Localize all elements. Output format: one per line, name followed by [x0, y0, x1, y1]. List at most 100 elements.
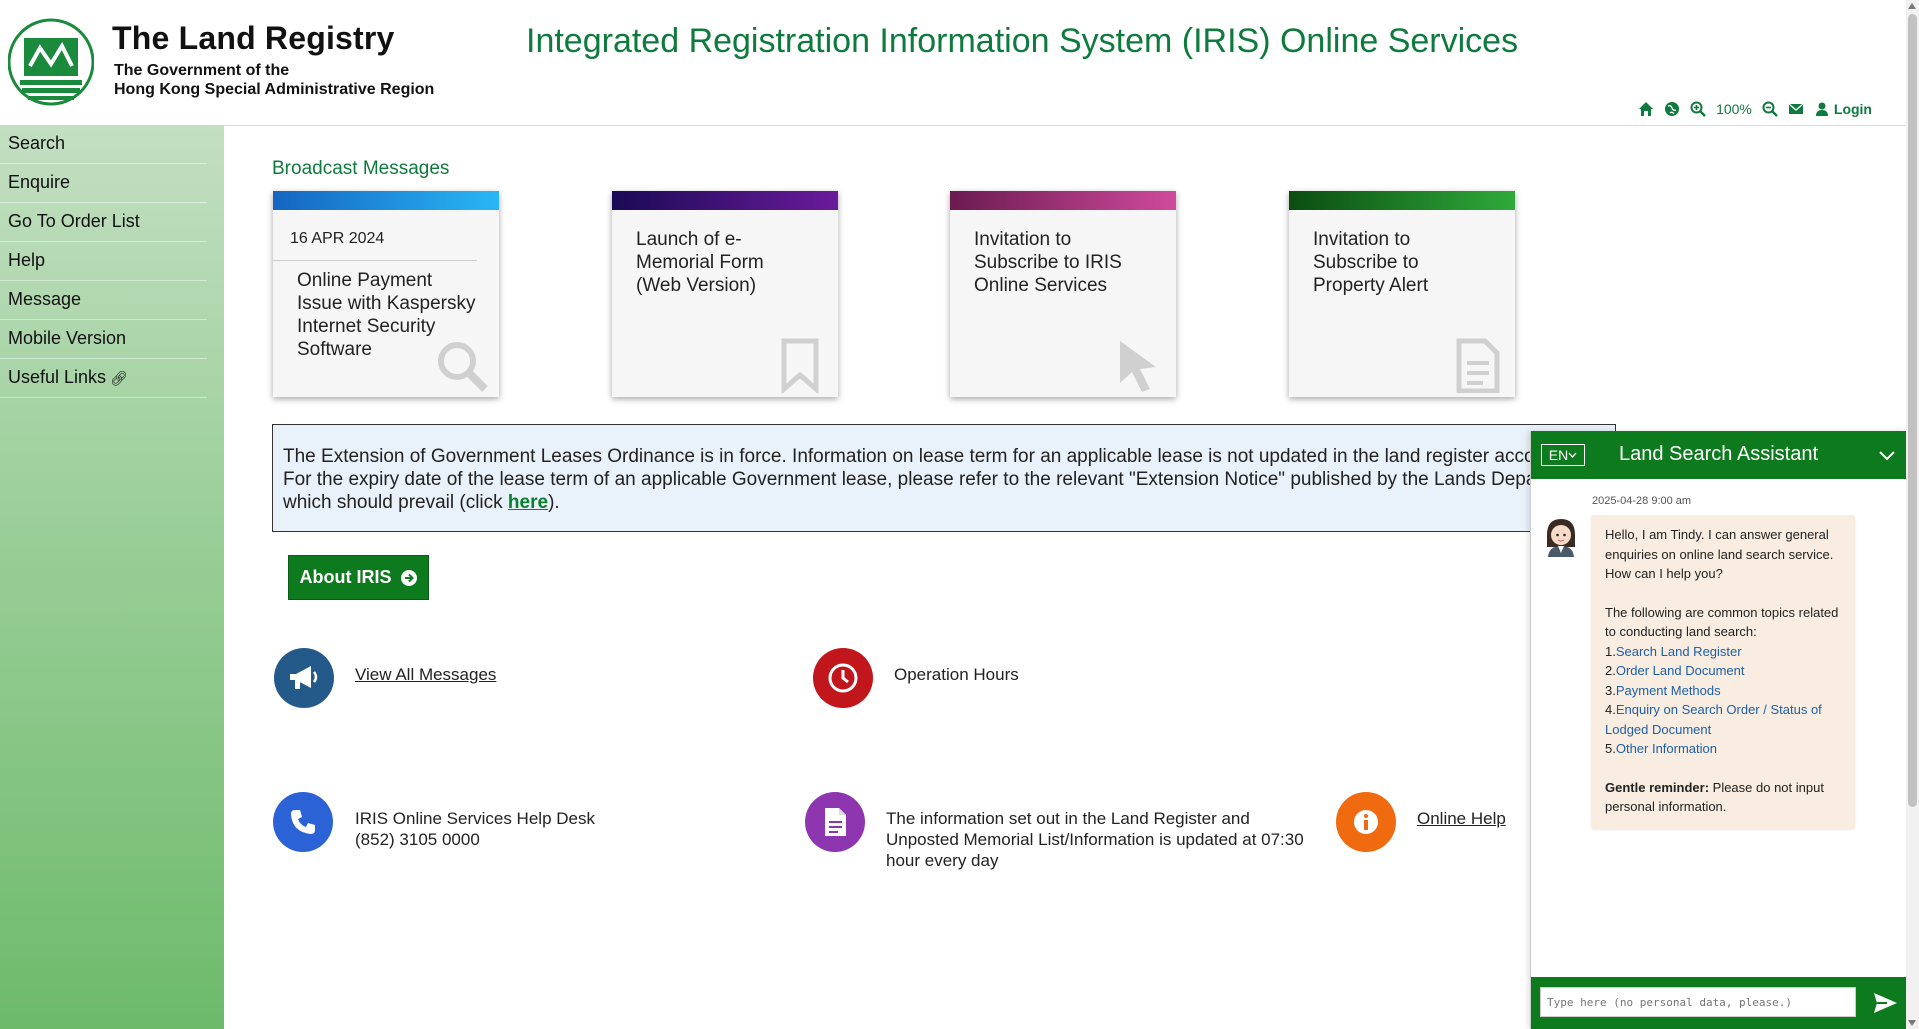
card-text-line: Invitation to [974, 229, 1072, 250]
chat-message-line: The following are common topics related [1605, 604, 1839, 620]
chat-topic: 3.Payment Methods [1605, 681, 1841, 701]
scrollbar-thumb[interactable] [1908, 14, 1917, 807]
arrow-circle-right-icon [400, 569, 417, 586]
sidebar-item-mobile-version[interactable]: Mobile Version [0, 320, 207, 359]
topic-link-enquiry-search-order[interactable]: Enquiry on Search Order / Status of [1616, 702, 1822, 717]
topic-number: 4. [1605, 702, 1616, 717]
sidebar: Search Enquire Go To Order List Help Mes… [0, 125, 224, 1029]
topic-link-enquiry-search-order[interactable]: Lodged Document [1605, 722, 1711, 737]
chevron-down-icon[interactable] [1877, 445, 1897, 465]
sidebar-item-enquire[interactable]: Enquire [0, 164, 207, 203]
login-label: Login [1833, 101, 1872, 117]
chevron-down-icon [1568, 452, 1577, 458]
land-registry-logo-icon[interactable] [8, 18, 94, 106]
card-text-line: Invitation to [1313, 229, 1411, 250]
card-text-line: Subscribe to [1313, 252, 1419, 273]
info-icon [1336, 792, 1396, 852]
view-all-messages-link[interactable]: View All Messages [355, 664, 496, 685]
chat-message-line: Hello, I am Tindy. I can answer general [1605, 527, 1829, 542]
card-text-line: Issue with Kaspersky [297, 293, 476, 314]
broadcast-card-e-memorial[interactable]: Launch of e- Memorial Form (Web Version) [612, 191, 838, 397]
operation-hours-label: Operation Hours [894, 665, 1019, 684]
toolbar: 100% Login [1638, 101, 1872, 117]
notice-here-link[interactable]: here [508, 492, 548, 513]
zoom-out-icon[interactable] [1762, 101, 1778, 117]
broadcast-card-payment[interactable]: 16 APR 2024 Online Payment Issue with Ka… [273, 191, 499, 397]
chat-language-select[interactable]: EN [1541, 444, 1585, 466]
topic-link-other-information[interactable]: Other Information [1616, 741, 1717, 756]
page-scrollbar[interactable] [1906, 0, 1919, 1029]
chat-message-line: to conducting land search: [1605, 624, 1757, 639]
cursor-icon [1120, 341, 1156, 392]
card-text-line: Online Services [974, 275, 1108, 296]
broadcast-card-property-alert[interactable]: Invitation to Subscribe to Property Aler… [1289, 191, 1515, 397]
scroll-up-icon[interactable] [1908, 3, 1916, 9]
topic-number: 3. [1605, 682, 1616, 698]
topic-link-order-land-document[interactable]: Order Land Document [1616, 663, 1745, 678]
org-name: The Land Registry [112, 20, 395, 56]
sidebar-item-message[interactable]: Message [0, 281, 207, 320]
send-icon[interactable] [1871, 989, 1899, 1017]
phone-icon [273, 792, 333, 852]
reminder-label: Gentle reminder: [1605, 779, 1710, 795]
card-text-line: Subscribe to IRIS [974, 252, 1122, 273]
online-help-link[interactable]: Online Help [1417, 808, 1506, 829]
update-info: The information set out in the Land Regi… [886, 808, 1304, 871]
chat-message-input[interactable] [1540, 987, 1856, 1017]
chat-topic: 5.Other Information [1605, 739, 1841, 759]
document-icon [1456, 338, 1500, 393]
card-text: Invitation to Subscribe to IRIS Online S… [950, 210, 1176, 297]
mail-icon[interactable] [1788, 101, 1804, 117]
megaphone-icon [274, 648, 334, 708]
notice-line-end: ). [548, 492, 560, 513]
chat-message-line: How can I help you? [1605, 566, 1723, 581]
login-link[interactable]: Login [1814, 101, 1872, 117]
lease-extension-notice: The Extension of Government Leases Ordin… [272, 424, 1616, 532]
scroll-down-icon[interactable] [1908, 1020, 1916, 1026]
update-info-line: The information set out in the Land Regi… [886, 809, 1250, 828]
update-info-line: Unposted Memorial List/Information is up… [886, 830, 1304, 849]
card-color-bar [950, 191, 1176, 210]
useful-links-label: Useful Links [8, 367, 107, 387]
zoom-level: 100% [1716, 101, 1752, 117]
sidebar-item-useful-links[interactable]: Useful Links 🔗︎ [0, 359, 207, 398]
notice-text: The Extension of Government Leases Ordin… [273, 425, 1615, 514]
broadcast-card-subscribe-iris[interactable]: Invitation to Subscribe to IRIS Online S… [950, 191, 1176, 397]
sidebar-item-help[interactable]: Help [0, 242, 207, 281]
chat-topic: 1.Search Land Register [1605, 642, 1841, 662]
card-text-line: Internet Security [297, 316, 436, 337]
org-subtitle-line2: Hong Kong Special Administrative Region [114, 81, 435, 98]
card-text-line: (Web Version) [636, 275, 757, 296]
chat-topic: 4.Enquiry on Search Order / Status of [1605, 700, 1841, 720]
about-iris-button[interactable]: About IRIS [288, 555, 429, 600]
chat-message-bubble: Hello, I am Tindy. I can answer general … [1591, 515, 1855, 829]
topic-number: 1. [1605, 643, 1616, 659]
sidebar-item-search[interactable]: Search [0, 125, 207, 164]
broadcast-title: Broadcast Messages [272, 158, 450, 179]
topic-link-search-land-register[interactable]: Search Land Register [1616, 644, 1742, 659]
notice-line: The Extension of Government Leases Ordin… [283, 446, 1595, 467]
globe-icon[interactable] [1664, 101, 1680, 117]
org-subtitle: The Government of the Hong Kong Special … [114, 61, 434, 99]
clock-icon [813, 648, 873, 708]
chat-timestamp: 2025-04-28 9:00 am [1592, 495, 1692, 507]
card-date: 16 APR 2024 [273, 210, 477, 261]
card-color-bar [612, 191, 838, 210]
system-title: Integrated Registration Information Syst… [526, 22, 1519, 60]
document-icon [805, 792, 865, 852]
home-icon[interactable] [1638, 101, 1654, 117]
chat-header: EN Land Search Assistant [1531, 431, 1907, 479]
assistant-avatar-icon [1547, 519, 1575, 557]
chat-reminder: Gentle reminder: Please do not input [1605, 778, 1841, 798]
card-text-line: Memorial Form [636, 252, 764, 273]
zoom-in-icon[interactable] [1690, 101, 1706, 117]
card-color-bar [1289, 191, 1515, 210]
bookmark-icon [781, 338, 819, 393]
helpdesk-title: IRIS Online Services Help Desk [355, 809, 595, 828]
reminder-text-line2: personal information. [1605, 799, 1727, 814]
notice-line: which should prevail (click [283, 492, 508, 513]
search-icon [438, 342, 488, 392]
sidebar-item-order-list[interactable]: Go To Order List [0, 203, 207, 242]
topic-link-payment-methods[interactable]: Payment Methods [1616, 683, 1721, 698]
chat-message-line: enquiries on online land search service. [1605, 546, 1834, 562]
